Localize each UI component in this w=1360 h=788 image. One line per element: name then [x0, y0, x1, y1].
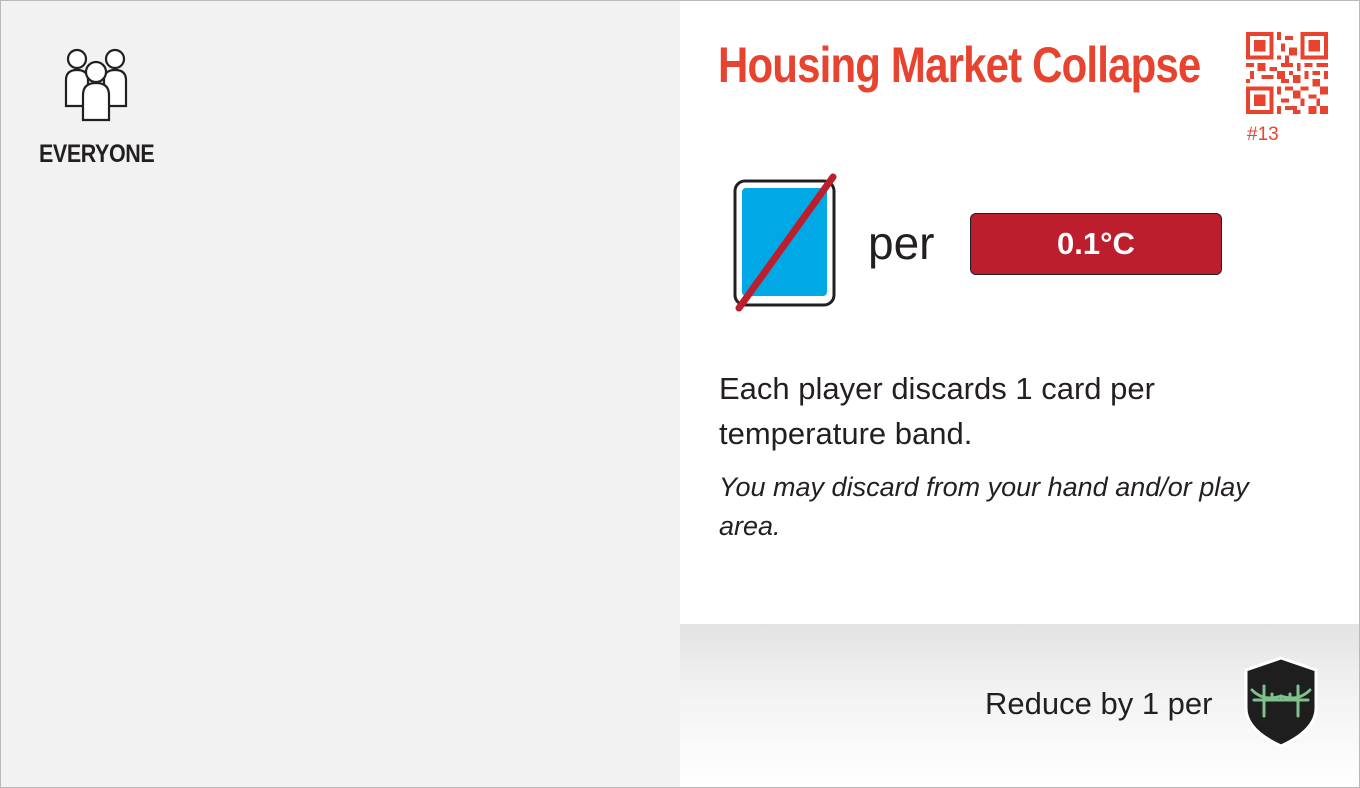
rule-note: You may discard from your hand and/or pl…	[719, 472, 1249, 541]
everyone-icon	[64, 48, 128, 122]
card-number: #13	[1247, 124, 1279, 145]
rule-text: Each player discards 1 card per temperat…	[719, 371, 1155, 451]
mitigation-text: Reduce by 1 per	[985, 686, 1213, 721]
temperature-value: 0.1°C	[1057, 226, 1135, 261]
temperature-badge: 0.1°C	[970, 213, 1222, 275]
bridge-shield-icon	[1244, 656, 1318, 748]
qr-code-icon	[1246, 32, 1328, 114]
card-title: Housing Market Collapse	[718, 37, 1201, 93]
per-label: per	[868, 217, 935, 269]
target-label: EVERYONE	[39, 140, 155, 168]
discard-card-icon	[733, 173, 837, 312]
